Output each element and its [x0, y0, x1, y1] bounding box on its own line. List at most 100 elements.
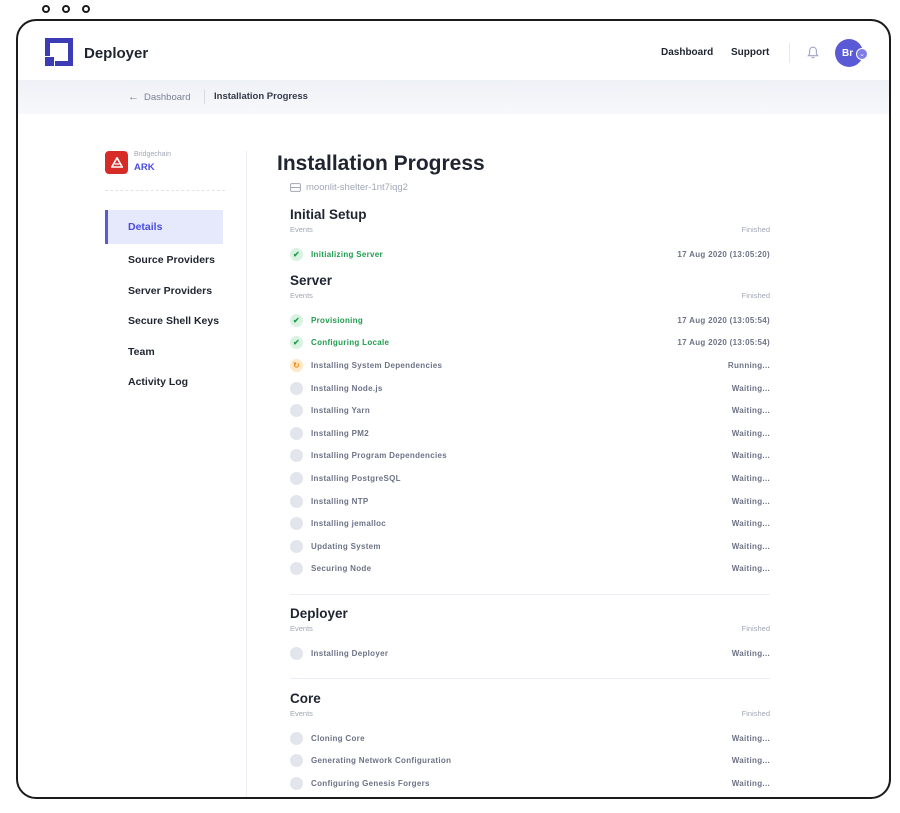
event-status: Waiting... — [731, 733, 770, 743]
event-label: Provisioning — [311, 315, 364, 325]
server-name: moonlit-shelter-1nt7iqg2 — [306, 182, 408, 193]
event-label: Installing NTP — [311, 496, 369, 506]
event-row: ✔ Configuring Locale 17 Aug 2020 (13:05:54… — [290, 332, 770, 355]
refresh-icon: ↻ — [290, 358, 303, 372]
check-icon: ✔ — [290, 247, 303, 261]
pending-icon — [290, 539, 303, 553]
event-status: Waiting... — [731, 383, 770, 393]
event-label: Installing Deployer — [311, 648, 389, 658]
section-column-header: Events Finished — [290, 624, 770, 642]
nav-support-link[interactable]: Support — [731, 47, 769, 58]
event-row: ↻ Installing System Dependencies Running..… — [290, 354, 770, 377]
pending-icon — [290, 471, 303, 485]
pending-icon — [290, 426, 303, 440]
chevron-down-icon[interactable]: ⌄ — [856, 48, 868, 60]
events-column-label: Events — [290, 291, 313, 300]
section-core: Core Events Finished Cloning Core Waiting...… — [290, 691, 770, 795]
event-status: Waiting... — [731, 778, 770, 788]
event-status: Waiting... — [731, 564, 770, 574]
window-close-control[interactable] — [42, 5, 50, 13]
sidebar-divider — [246, 151, 247, 797]
event-status: Waiting... — [731, 496, 770, 506]
breadcrumb-divider — [204, 90, 205, 104]
page-title: Installation Progress — [277, 152, 485, 175]
deployer-logo-icon[interactable] — [45, 38, 73, 66]
pending-icon — [290, 404, 303, 418]
pending-icon — [290, 776, 303, 790]
event-label: Initializing Server — [311, 249, 383, 259]
event-status: Waiting... — [731, 541, 770, 551]
sidebar-item-source-providers[interactable]: Source Providers — [105, 245, 223, 276]
event-label: Updating System — [311, 541, 381, 551]
finished-column-label: Finished — [741, 624, 770, 633]
event-row: Installing Program Dependencies Waiting..… — [290, 445, 770, 468]
event-row: Securing Node Waiting... — [290, 558, 770, 581]
project-name[interactable]: ARK — [134, 162, 155, 173]
event-row: Installing PostgreSQL Waiting... — [290, 467, 770, 490]
window-maximize-control[interactable] — [82, 5, 90, 13]
event-status: 17 Aug 2020 (13:05:54) — [677, 315, 770, 325]
event-row: Generating Network Configuration Waiting.… — [290, 750, 770, 773]
window-minimize-control[interactable] — [62, 5, 70, 13]
event-row: Updating System Waiting... — [290, 535, 770, 558]
pending-icon — [290, 449, 303, 463]
nav-dashboard-link[interactable]: Dashboard — [661, 47, 713, 58]
event-status: Running... — [727, 360, 770, 370]
breadcrumb: ← Dashboard Installation Progress — [18, 80, 889, 114]
section-column-header: Events Finished — [290, 709, 770, 727]
event-status: Waiting... — [731, 406, 770, 416]
avatar-initials: Br — [842, 47, 854, 59]
event-row: Installing PM2 Waiting... — [290, 422, 770, 445]
event-label: Configuring Genesis Forgers — [311, 778, 430, 788]
check-icon: ✔ — [290, 336, 303, 350]
section-divider — [290, 678, 770, 679]
event-label: Installing Program Dependencies — [311, 451, 447, 461]
breadcrumb-current: Installation Progress — [214, 91, 308, 102]
app-window: Deployer Dashboard Support Br ⌄ ← Dashbo… — [16, 19, 891, 799]
breadcrumb-back-label: Dashboard — [144, 91, 191, 103]
event-row: Installing Deployer Waiting... — [290, 642, 770, 665]
project-type: Bridgechain — [134, 151, 171, 158]
notification-bell-icon[interactable] — [807, 46, 819, 59]
event-label: Securing Node — [311, 564, 372, 574]
section-deployer: Deployer Events Finished Installing Deploye… — [290, 606, 770, 665]
section-divider — [290, 594, 770, 595]
pending-icon — [290, 731, 303, 745]
event-status: Waiting... — [731, 519, 770, 529]
event-label: Generating Network Configuration — [311, 756, 452, 766]
server-name-line: moonlit-shelter-1nt7iqg2 — [290, 182, 408, 193]
events-column-label: Events — [290, 709, 313, 718]
section-initial-setup: Initial Setup Events Finished ✔ Initializing… — [290, 207, 770, 266]
pending-icon — [290, 381, 303, 395]
event-status: 17 Aug 2020 (13:05:54) — [677, 338, 770, 348]
sidebar-item-secure-shell-keys[interactable]: Secure Shell Keys — [105, 306, 223, 337]
event-row: Installing Yarn Waiting... — [290, 399, 770, 422]
event-row: Installing jemalloc Waiting... — [290, 512, 770, 535]
section-title: Initial Setup — [290, 207, 367, 222]
section-column-header: Events Finished — [290, 225, 770, 243]
events-column-label: Events — [290, 624, 313, 633]
events-column-label: Events — [290, 225, 313, 234]
section-title: Deployer — [290, 606, 348, 621]
sidebar-item-team[interactable]: Team — [105, 337, 223, 368]
pending-icon — [290, 754, 303, 768]
section-title: Core — [290, 691, 321, 706]
finished-column-label: Finished — [741, 225, 770, 234]
event-label: Cloning Core — [311, 733, 365, 743]
nav-divider — [789, 43, 790, 63]
event-status: Waiting... — [731, 756, 770, 766]
event-status: Waiting... — [731, 428, 770, 438]
sidebar-item-details[interactable]: Details — [105, 210, 223, 244]
event-row: Installing Node.js Waiting... — [290, 377, 770, 400]
ark-logo-icon — [105, 151, 128, 174]
sidebar-item-activity-log[interactable]: Activity Log — [105, 367, 223, 398]
event-status: Waiting... — [731, 451, 770, 461]
event-label: Installing PostgreSQL — [311, 473, 401, 483]
event-label: Installing Yarn — [311, 406, 371, 416]
window-controls — [42, 5, 90, 13]
brand-name[interactable]: Deployer — [84, 45, 148, 62]
finished-column-label: Finished — [741, 291, 770, 300]
breadcrumb-back-link[interactable]: ← Dashboard — [128, 91, 190, 103]
sidebar-item-server-providers[interactable]: Server Providers — [105, 276, 223, 307]
event-label: Installing Node.js — [311, 383, 383, 393]
